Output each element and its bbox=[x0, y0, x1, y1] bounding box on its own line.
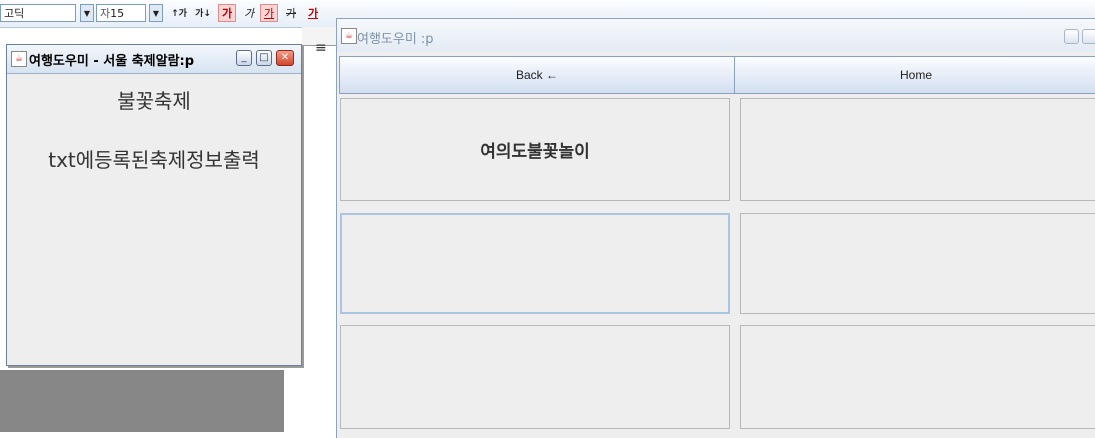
home-button[interactable]: Home bbox=[734, 56, 1095, 94]
font-size-value: 15 bbox=[110, 7, 125, 20]
font-name-field[interactable]: 고딕 bbox=[0, 4, 76, 22]
document-page bbox=[284, 370, 336, 432]
strikethrough-button[interactable]: 가 bbox=[282, 4, 300, 22]
document-background bbox=[0, 370, 284, 432]
festival-cell-label bbox=[741, 99, 1095, 200]
festival-cell-3[interactable] bbox=[340, 213, 730, 314]
minimize-icon[interactable] bbox=[1064, 29, 1079, 44]
font-size-dropdown-icon[interactable]: ▼ bbox=[149, 4, 163, 22]
close-icon[interactable]: ✕ bbox=[276, 50, 294, 66]
minimize-icon[interactable]: _ bbox=[236, 50, 252, 66]
festival-name-label: 불꽃축제 bbox=[117, 89, 191, 113]
window-title: 여행도우미 - 서울 축제알람:p bbox=[29, 54, 195, 69]
festival-cell-1[interactable]: 여의도불꽃놀이 bbox=[340, 98, 730, 201]
travel-helper-titlebar[interactable]: ☕ 여행도우미 :p bbox=[337, 19, 1095, 52]
underline-button[interactable]: 가 bbox=[260, 4, 278, 22]
font-color-button[interactable]: 가 bbox=[304, 4, 322, 22]
festival-cell-label: 여의도불꽃놀이 bbox=[480, 142, 590, 162]
festival-alarm-window: ☕ 여행도우미 - 서울 축제알람:p _ □ ✕ 불꽃축제 txt에등록된축제… bbox=[6, 44, 302, 366]
font-size-decrease-icon[interactable]: 가↓ bbox=[192, 4, 214, 22]
festival-cell-label bbox=[741, 214, 1095, 313]
festival-cell-label bbox=[341, 326, 729, 428]
festival-cell-label bbox=[741, 326, 1095, 428]
bold-button[interactable]: 가 bbox=[218, 4, 236, 22]
festival-info-label: txt에등록된축제정보출력 bbox=[48, 148, 260, 172]
festival-alarm-titlebar[interactable]: ☕ 여행도우미 - 서울 축제알람:p _ □ ✕ bbox=[7, 45, 301, 74]
font-size-prefix: 자 bbox=[100, 7, 111, 20]
festival-cell-5[interactable] bbox=[340, 325, 730, 429]
font-size-field[interactable]: 자15 bbox=[96, 4, 146, 22]
maximize-icon[interactable] bbox=[1082, 29, 1095, 44]
maximize-icon[interactable]: □ bbox=[256, 50, 272, 66]
java-app-icon: ☕ bbox=[341, 28, 357, 44]
back-button[interactable]: Back ← bbox=[339, 56, 735, 94]
festival-cell-4[interactable] bbox=[740, 213, 1095, 314]
font-name-dropdown-icon[interactable]: ▼ bbox=[80, 4, 94, 22]
festival-cell-label bbox=[342, 215, 728, 312]
font-size-increase-icon[interactable]: ↑가 bbox=[168, 4, 190, 22]
travel-helper-window: ☕ 여행도우미 :p Back ← Home 여의도불꽃놀이 bbox=[336, 18, 1095, 438]
italic-button[interactable]: 가 bbox=[240, 4, 258, 22]
window-title: 여행도우미 :p bbox=[357, 32, 434, 47]
festival-cell-2[interactable] bbox=[740, 98, 1095, 201]
festival-cell-6[interactable] bbox=[740, 325, 1095, 429]
java-app-icon: ☕ bbox=[11, 51, 27, 67]
align-justify-icon[interactable]: ≡ bbox=[315, 41, 329, 55]
